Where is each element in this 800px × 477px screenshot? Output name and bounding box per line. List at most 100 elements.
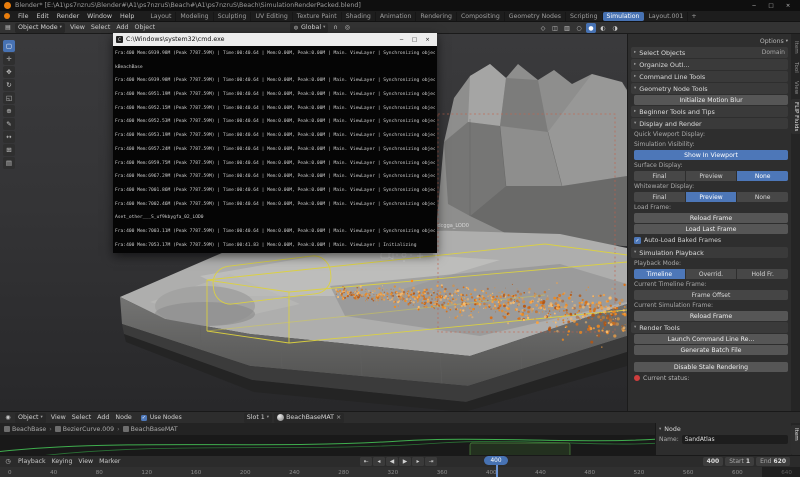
workspace-tab[interactable]: Compositing (457, 12, 505, 21)
timeline-menu-item[interactable]: View (75, 458, 96, 465)
shader-type-dropdown[interactable]: Object▾ (15, 413, 46, 423)
use-nodes-checkbox[interactable]: ✓ Use Nodes (141, 413, 182, 423)
rendered-shading-icon[interactable]: ◑ (610, 23, 620, 33)
workspace-tab[interactable]: Rendering (416, 12, 457, 21)
sidebar-tab[interactable]: View (791, 78, 800, 97)
load-last-frame-button[interactable]: Load Last Frame (634, 224, 788, 234)
transform-tool-icon[interactable]: ⊕ (3, 105, 15, 117)
extra-tool-icon[interactable]: ▤ (3, 157, 15, 169)
playback-mode-option[interactable]: Overrid. (686, 269, 737, 279)
rotate-tool-icon[interactable]: ↻ (3, 79, 15, 91)
timeline-ruler[interactable]: 0408012016020024028032036040044048052056… (0, 467, 800, 477)
workspace-tab[interactable]: Layout (146, 12, 176, 21)
timeline-menu-item[interactable]: Keying (49, 458, 76, 465)
console-window[interactable]: C C:\Windows\system32\cmd.exe ─□× Fra:40… (113, 33, 437, 253)
viewport-menu-item[interactable]: Add (113, 24, 131, 31)
workspace-tab[interactable]: UV Editing (251, 12, 292, 21)
playback-mode-option[interactable]: Hold Fr. (737, 269, 788, 279)
console-minimize-button[interactable]: ─ (395, 34, 408, 45)
node-menu-item[interactable]: Select (69, 414, 94, 421)
menu-item[interactable]: Edit (33, 13, 53, 20)
workspace-tab[interactable]: Scripting (566, 12, 603, 21)
timeline-playhead[interactable]: 400 (496, 456, 498, 477)
window-close-button[interactable]: × (780, 1, 796, 10)
overlays-toggle-icon[interactable]: ◫ (550, 23, 560, 33)
sidebar-panel-header[interactable]: ▸ Command Line Tools (631, 71, 788, 82)
whitewater-display-option[interactable]: Final (634, 192, 685, 202)
node-frame[interactable] (470, 443, 570, 455)
node-menu-item[interactable]: Node (112, 414, 134, 421)
autoload-baked-frames-checkbox[interactable]: ✓ Auto-Load Baked Frames (634, 235, 788, 246)
annotate-tool-icon[interactable]: ✎ (3, 118, 15, 130)
surface-display-option[interactable]: Preview (686, 171, 737, 181)
workspace-tab[interactable]: Layout.001 (644, 12, 688, 21)
timeline-editor-icon[interactable]: ◷ (3, 457, 13, 467)
jump-to-end-button[interactable]: ⇥ (425, 457, 437, 466)
solid-shading-icon[interactable]: ● (586, 23, 596, 33)
wireframe-shading-icon[interactable]: ○ (574, 23, 584, 33)
app-menu-icon[interactable] (4, 13, 10, 19)
workspace-tab[interactable]: Animation (376, 12, 417, 21)
add-workspace-button[interactable]: + (688, 12, 699, 20)
show-in-viewport-button[interactable]: Show In Viewport (634, 150, 788, 160)
xray-toggle-icon[interactable]: ▥ (562, 23, 572, 33)
node-menu-item[interactable]: Add (94, 414, 112, 421)
breadcrumb-item[interactable]: BezierCurve.009 › (55, 426, 121, 433)
initialize-motion-blur-button[interactable]: Initialize Motion Blur (634, 95, 788, 105)
viewport-menu-item[interactable]: View (67, 24, 88, 31)
node-panel-header[interactable]: ▾ Node (659, 424, 788, 434)
timeline-menu-item[interactable]: Playback (15, 458, 49, 465)
gizmo-toggle-icon[interactable]: ◇ (538, 23, 548, 33)
console-maximize-button[interactable]: □ (408, 34, 421, 45)
disable-stale-rendering-button[interactable]: Disable Stale Rendering (634, 362, 788, 372)
workspace-tab[interactable]: Modeling (176, 12, 213, 21)
timeline-menu-item[interactable]: Marker (96, 458, 123, 465)
workspace-tab[interactable]: Simulation (603, 12, 645, 21)
frame-offset-field[interactable]: Frame Offset (634, 290, 788, 300)
workspace-tab[interactable]: Sculpting (214, 12, 252, 21)
node-canvas[interactable] (0, 435, 655, 455)
workspace-tab[interactable]: Shading (342, 12, 376, 21)
sidebar-tab[interactable]: FLIP Fluids (791, 99, 800, 134)
node-panel-tab-item[interactable]: Item (791, 425, 800, 455)
panel-beginner-tools[interactable]: ▸ Beginner Tools and Tips (631, 106, 788, 117)
sidebar-panel-header[interactable]: ▸ Organize Outl... (631, 59, 788, 70)
select-box-tool-icon[interactable]: ▢ (3, 40, 15, 52)
current-frame-field[interactable]: 400 (703, 457, 724, 466)
workspace-tab[interactable]: Texture Paint (293, 12, 342, 21)
whitewater-display-option[interactable]: None (737, 192, 788, 202)
menu-item[interactable]: File (14, 13, 33, 20)
cursor-tool-icon[interactable]: ✛ (3, 53, 15, 65)
workspace-tab[interactable]: Geometry Nodes (505, 12, 566, 21)
viewport-menu-item[interactable]: Object (132, 24, 159, 31)
panel-simulation-playback[interactable]: ▾ Simulation Playback (631, 247, 788, 258)
add-cube-tool-icon[interactable]: ⊞ (3, 144, 15, 156)
prev-keyframe-button[interactable]: ◂ (373, 457, 385, 466)
panel-render-tools[interactable]: ▾ Render Tools (631, 322, 788, 333)
breadcrumb-item[interactable]: BeachBase › (4, 426, 53, 433)
node-name-field[interactable]: SandAtlas (682, 435, 788, 444)
generate-batch-file-button[interactable]: Generate Batch File (634, 345, 788, 355)
material-shading-icon[interactable]: ◐ (598, 23, 608, 33)
options-dropdown[interactable]: Options▾ (631, 36, 788, 46)
measure-tool-icon[interactable]: ↔ (3, 131, 15, 143)
panel-display-and-render[interactable]: ▾ Display and Render (631, 118, 788, 129)
menu-item[interactable]: Help (116, 13, 138, 20)
unlink-material-icon[interactable]: × (336, 414, 341, 421)
slot-dropdown[interactable]: Slot 1▾ (244, 413, 272, 423)
whitewater-display-option[interactable]: Preview (686, 192, 737, 202)
jump-to-start-button[interactable]: ⇤ (360, 457, 372, 466)
panel-geometry-node-tools[interactable]: ▾ Geometry Node Tools (631, 83, 788, 94)
node-menu-item[interactable]: View (48, 414, 69, 421)
editor-type-icon[interactable]: ▤ (3, 23, 13, 33)
play-reverse-button[interactable]: ◀ (386, 457, 398, 466)
play-button[interactable]: ▶ (399, 457, 411, 466)
material-selector[interactable]: BeachBaseMAT × (274, 413, 344, 423)
orientation-dropdown[interactable]: ◍ Global▾ (290, 23, 328, 33)
menu-item[interactable]: Render (53, 13, 83, 20)
reload-frame-button[interactable]: Reload Frame (634, 213, 788, 223)
playback-mode-option[interactable]: Timeline (634, 269, 685, 279)
breadcrumb-item[interactable]: BeachBaseMAT › (123, 426, 178, 433)
console-close-button[interactable]: × (421, 34, 434, 45)
end-frame-field[interactable]: End 620 (756, 457, 790, 466)
